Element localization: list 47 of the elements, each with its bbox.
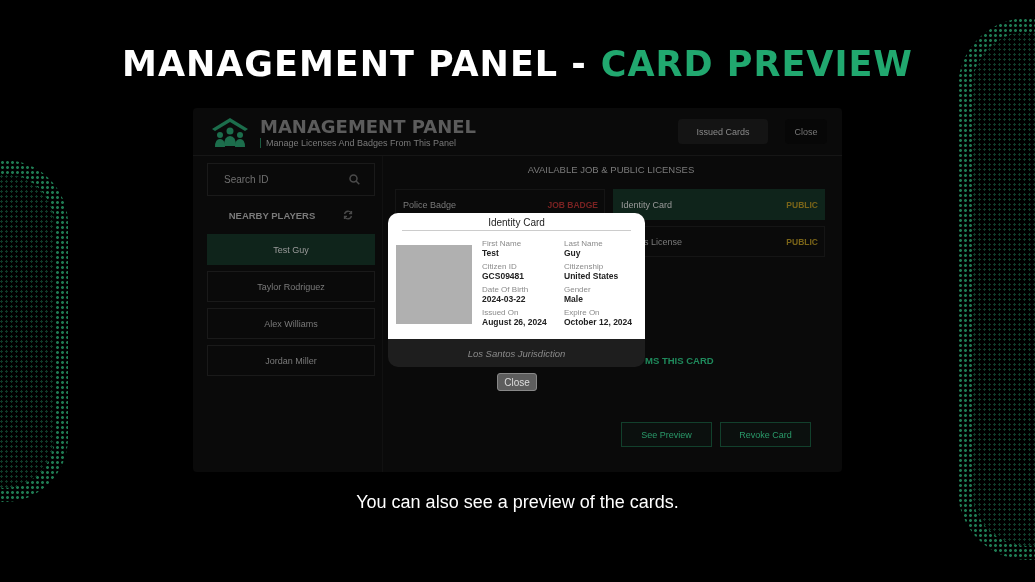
field-label: Citizen ID	[482, 262, 518, 271]
card-title: Identity Card	[402, 217, 631, 231]
close-button[interactable]: Close	[785, 119, 827, 144]
player-item[interactable]: Taylor Rodriguez	[207, 271, 375, 302]
see-preview-button[interactable]: See Preview	[621, 422, 712, 447]
license-name: Police Badge	[403, 199, 457, 210]
house-people-icon	[210, 115, 250, 148]
issued-cards-button[interactable]: Issued Cards	[678, 119, 768, 144]
field-label: Citizenship	[564, 262, 605, 271]
player-item[interactable]: Alex Williams	[207, 308, 375, 339]
license-tag: PUBLIC	[786, 236, 818, 247]
field-value: GCS09481	[482, 271, 526, 281]
player-item[interactable]: Test Guy	[207, 234, 375, 265]
field-value: October 12, 2024	[564, 317, 634, 327]
license-tag: PUBLIC	[786, 199, 818, 210]
slide-caption: You can also see a preview of the cards.	[356, 492, 679, 513]
search-placeholder: Search ID	[224, 174, 269, 185]
search-field[interactable]: Search ID	[207, 163, 375, 196]
field-value: August 26, 2024	[482, 317, 548, 327]
claim-text: MS THIS CARD	[645, 355, 715, 366]
slide-title-highlight: CARD PREVIEW	[600, 44, 913, 84]
license-tag: JOB BADGE	[547, 199, 598, 210]
license-name: Identity Card	[621, 199, 673, 210]
card-footer: Los Santos Jurisdiction	[388, 339, 645, 367]
panel-subtitle: Manage Licenses And Badges From This Panel	[260, 137, 668, 148]
panel-title: MANAGEMENT PANEL	[260, 115, 478, 137]
field-label: Expire On	[564, 308, 601, 317]
field-value: 2024-03-22	[482, 294, 527, 304]
field-label: Gender	[564, 285, 592, 294]
license-item[interactable]: Identity Card PUBLIC	[613, 189, 825, 220]
field-value: Male	[564, 294, 584, 304]
close-button[interactable]: Close	[497, 373, 537, 391]
search-icon	[349, 174, 360, 185]
refresh-icon[interactable]	[343, 210, 354, 220]
revoke-card-button[interactable]: Revoke Card	[720, 422, 811, 447]
field-label: Last Name	[564, 239, 604, 248]
field-label: Date Of Birth	[482, 285, 530, 294]
player-item[interactable]: Jordan Miller	[207, 345, 375, 376]
license-name: s License	[644, 236, 683, 247]
field-value: United States	[564, 271, 620, 281]
section-heading: NEARBY PLAYERS	[228, 209, 316, 221]
field-label: Issued On	[482, 308, 520, 317]
field-value: Test	[482, 248, 500, 258]
field-label: First Name	[482, 239, 523, 248]
section-heading: AVAILABLE JOB & PUBLIC LICENSES	[526, 163, 696, 177]
field-value: Guy	[564, 248, 582, 258]
slide-title: MANAGEMENT PANEL -	[122, 44, 587, 84]
